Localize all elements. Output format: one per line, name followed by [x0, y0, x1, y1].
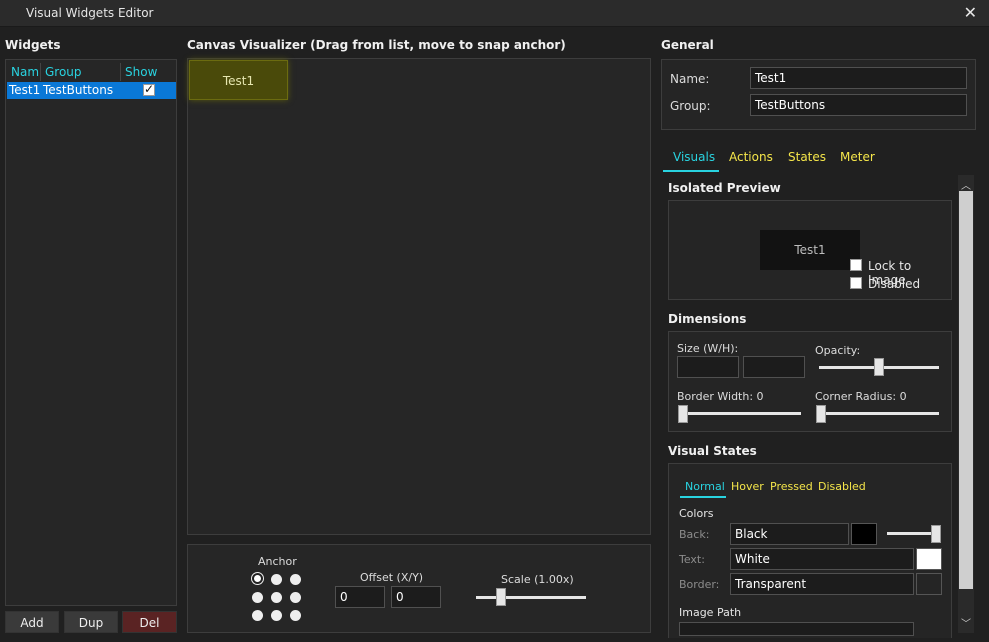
back-color-swatch[interactable] — [851, 523, 877, 545]
visual-states-box: Normal Hover Pressed Disabled Colors Bac… — [668, 463, 952, 638]
row-name: Test1 — [9, 83, 41, 97]
anchor-bottom-right[interactable] — [290, 610, 301, 621]
dimensions-header: Dimensions — [668, 312, 747, 326]
back-color-input[interactable]: Black — [730, 523, 849, 545]
table-row[interactable]: Test1 TestButtons — [7, 82, 176, 99]
preview-box: Test1 Lock to Image Disabled — [668, 200, 952, 300]
size-width-input[interactable] — [677, 356, 739, 378]
state-tab-indicator — [680, 496, 726, 498]
name-input[interactable]: Test1 — [750, 67, 967, 89]
offset-y-input[interactable]: 0 — [391, 586, 441, 608]
disabled-checkbox[interactable] — [850, 277, 862, 289]
dup-button[interactable]: Dup — [64, 611, 118, 633]
anchor-bottom-left[interactable] — [252, 610, 263, 621]
state-tab-hover[interactable]: Hover — [731, 480, 764, 493]
scale-slider-thumb[interactable] — [496, 588, 506, 606]
lock-to-image-checkbox[interactable] — [850, 259, 862, 271]
state-tab-pressed[interactable]: Pressed — [770, 480, 813, 493]
opacity-slider-thumb[interactable] — [874, 358, 884, 376]
anchor-top-right[interactable] — [290, 574, 301, 585]
scroll-up-icon[interactable]: ︿ — [961, 177, 971, 192]
back-label: Back: — [679, 528, 710, 541]
text-label: Text: — [679, 553, 705, 566]
name-label: Name: — [670, 72, 710, 86]
disabled-label: Disabled — [868, 277, 921, 291]
scale-label: Scale (1.00x) — [501, 573, 574, 586]
title-bar: Visual Widgets Editor ✕ — [0, 0, 989, 27]
canvas-visualizer[interactable]: Test1 — [187, 58, 651, 535]
group-label: Group: — [670, 99, 711, 113]
tab-active-indicator — [663, 170, 719, 172]
tab-meter[interactable]: Meter — [840, 150, 875, 164]
widgets-header: Widgets — [5, 38, 61, 52]
anchor-middle-left[interactable] — [252, 592, 263, 603]
preview-widget: Test1 — [760, 230, 860, 270]
corner-radius-slider-track[interactable] — [819, 412, 939, 415]
anchor-label: Anchor — [258, 555, 297, 568]
widgets-list[interactable]: Nam Group Show Test1 TestButtons — [5, 59, 177, 606]
border-width-slider-thumb[interactable] — [678, 405, 688, 423]
opacity-label: Opacity: — [815, 344, 861, 357]
column-header-show[interactable]: Show — [121, 63, 176, 81]
dimensions-box: Size (W/H): Opacity: Border Width: 0 Cor… — [668, 331, 952, 432]
size-label: Size (W/H): — [677, 342, 739, 355]
row-group: TestButtons — [43, 83, 114, 97]
preview-header: Isolated Preview — [668, 181, 781, 195]
general-box: Name: Test1 Group: TestButtons — [661, 59, 976, 130]
border-width-label: Border Width: 0 — [677, 390, 764, 403]
border-color-swatch[interactable] — [916, 573, 942, 595]
window-title: Visual Widgets Editor — [26, 6, 154, 20]
tab-visuals[interactable]: Visuals — [673, 150, 715, 164]
border-label: Border: — [679, 578, 720, 591]
canvas-header: Canvas Visualizer (Drag from list, move … — [187, 38, 566, 52]
tab-states[interactable]: States — [788, 150, 826, 164]
scroll-down-icon[interactable]: ﹀ — [961, 615, 971, 630]
colors-label: Colors — [679, 507, 714, 520]
border-width-slider-track[interactable] — [679, 412, 801, 415]
close-icon[interactable]: ✕ — [964, 3, 977, 22]
scrollbar-thumb[interactable] — [959, 191, 973, 589]
anchor-bottom-center[interactable] — [271, 610, 282, 621]
column-header-group[interactable]: Group — [41, 63, 121, 81]
canvas-controls: Anchor Offset (X/Y) 0 0 Scale (1.00x) — [187, 544, 651, 633]
image-path-input[interactable] — [679, 622, 914, 636]
state-tab-normal[interactable]: Normal — [685, 480, 725, 493]
text-color-swatch[interactable] — [916, 548, 942, 570]
corner-radius-label: Corner Radius: 0 — [815, 390, 907, 403]
corner-radius-slider-thumb[interactable] — [816, 405, 826, 423]
size-height-input[interactable] — [743, 356, 805, 378]
tab-actions[interactable]: Actions — [729, 150, 773, 164]
general-header: General — [661, 38, 714, 52]
del-button[interactable]: Del — [122, 611, 177, 633]
text-color-input[interactable]: White — [730, 548, 914, 570]
scale-slider-track[interactable] — [476, 596, 586, 599]
anchor-middle-right[interactable] — [290, 592, 301, 603]
properties-scrollbar[interactable]: ︿ ﹀ — [958, 175, 974, 633]
anchor-top-left[interactable] — [252, 573, 263, 584]
border-color-input[interactable]: Transparent — [730, 573, 914, 595]
anchor-top-center[interactable] — [271, 574, 282, 585]
offset-x-input[interactable]: 0 — [335, 586, 385, 608]
add-button[interactable]: Add — [5, 611, 59, 633]
row-show-checkbox[interactable] — [143, 82, 155, 96]
back-alpha-slider-thumb[interactable] — [931, 525, 941, 543]
canvas-widget[interactable]: Test1 — [189, 60, 288, 100]
group-input[interactable]: TestButtons — [750, 94, 967, 116]
anchor-center[interactable] — [271, 592, 282, 603]
visual-states-header: Visual States — [668, 444, 757, 458]
state-tab-disabled[interactable]: Disabled — [818, 480, 866, 493]
image-path-label: Image Path — [679, 606, 742, 619]
column-header-name[interactable]: Nam — [7, 63, 41, 81]
offset-label: Offset (X/Y) — [360, 571, 424, 584]
